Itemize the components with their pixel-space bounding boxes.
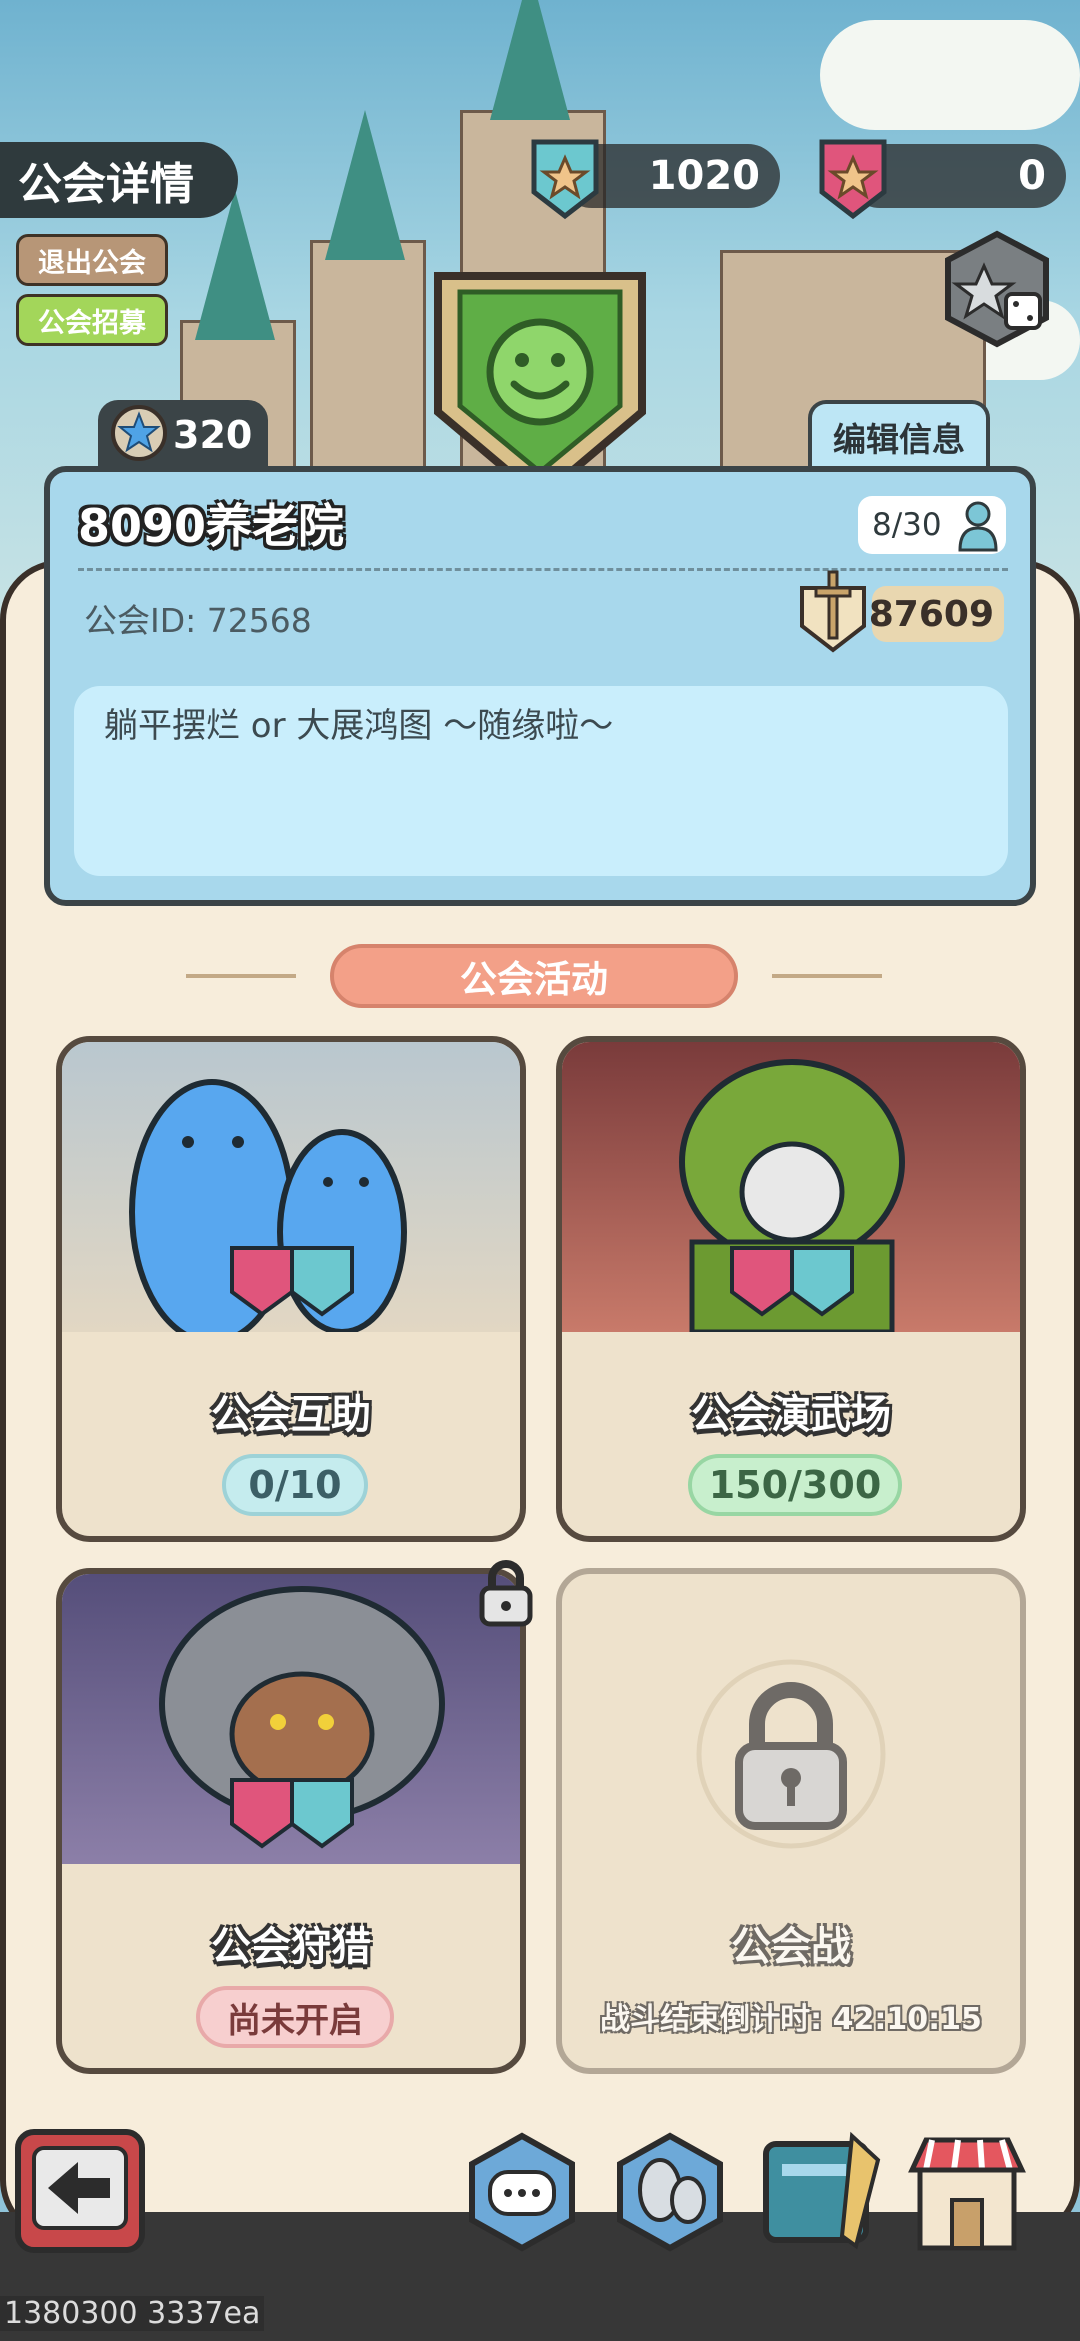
shop-icon[interactable] bbox=[902, 2130, 1032, 2260]
lock-icon bbox=[696, 1659, 886, 1849]
back-arrow-icon[interactable] bbox=[12, 2126, 148, 2262]
hunt-art bbox=[62, 1574, 520, 1864]
cactus-warrior-illustration bbox=[679, 1059, 905, 1335]
guild-id: 公会ID: 72568 bbox=[84, 601, 312, 640]
recruit-button[interactable]: 公会招募 bbox=[16, 294, 168, 346]
star-count: 320 bbox=[173, 413, 253, 457]
book-icon[interactable] bbox=[756, 2130, 884, 2254]
arena-label: 公会演武场 bbox=[691, 1392, 891, 1438]
guild-war-countdown: 战斗结束倒计时: 42:10:15 bbox=[600, 2002, 982, 2037]
hunt-label: 公会狩猎 bbox=[211, 1924, 371, 1970]
cloud bbox=[820, 20, 1080, 130]
guild-power-chip: 87609 bbox=[868, 586, 1004, 642]
arena-art bbox=[562, 1042, 1020, 1335]
member-count: 8/30 bbox=[872, 507, 942, 543]
red-badge-icon bbox=[819, 139, 887, 220]
edit-info-tab[interactable]: 编辑信息 bbox=[808, 400, 990, 470]
arena-progress: 150/300 bbox=[688, 1454, 902, 1516]
members-icon[interactable] bbox=[608, 2130, 732, 2254]
blue-badge-count: 1020 bbox=[648, 153, 760, 199]
star-icon bbox=[111, 405, 167, 461]
lock-icon bbox=[479, 1560, 533, 1627]
guild-name: 8090养老院 bbox=[78, 499, 345, 553]
mutual-help-progress: 0/10 bbox=[222, 1454, 368, 1516]
castle-roof bbox=[325, 110, 405, 260]
castle-roof bbox=[490, 0, 570, 120]
debug-footer-text: 1380300 3337ea bbox=[0, 2296, 265, 2331]
activity-tile-mutual-help[interactable]: 公会互助 0/10 bbox=[56, 1036, 526, 1542]
leave-guild-button[interactable]: 退出公会 bbox=[16, 234, 168, 286]
sword-crest-icon bbox=[800, 570, 866, 653]
mutual-help-art bbox=[62, 1042, 520, 1345]
werewolf-illustration bbox=[159, 1586, 445, 1849]
decorative-line bbox=[186, 974, 296, 978]
page-title: 公会详情 bbox=[0, 142, 238, 218]
guild-war-label: 公会战 bbox=[731, 1924, 851, 1970]
activity-tile-guild-war[interactable]: 公会战 战斗结束倒计时: 42:10:15 bbox=[556, 1568, 1026, 2074]
activity-tile-hunt[interactable]: 公会狩猎 尚未开启 bbox=[56, 1568, 526, 2074]
decorative-line bbox=[772, 974, 882, 978]
person-icon bbox=[958, 501, 998, 552]
blue-badge-icon bbox=[531, 139, 599, 220]
guild-power: 87609 bbox=[868, 593, 994, 635]
guild-description: 躺平摆烂 or 大展鸿图 ～随缘啦～ bbox=[74, 686, 1008, 876]
guild-description-text: 躺平摆烂 or 大展鸿图 ～随缘啦～ bbox=[104, 706, 614, 746]
activity-tile-arena[interactable]: 公会演武场 150/300 bbox=[556, 1036, 1026, 1542]
dice-icon[interactable] bbox=[936, 228, 1058, 350]
hunt-status: 尚未开启 bbox=[196, 1986, 394, 2048]
activities-section-title: 公会活动 bbox=[330, 944, 738, 1008]
red-badge-count: 0 bbox=[1018, 153, 1046, 199]
chat-icon[interactable] bbox=[460, 2130, 584, 2254]
mutual-help-label: 公会互助 bbox=[211, 1392, 371, 1438]
blue-buddies-illustration bbox=[129, 1079, 407, 1345]
